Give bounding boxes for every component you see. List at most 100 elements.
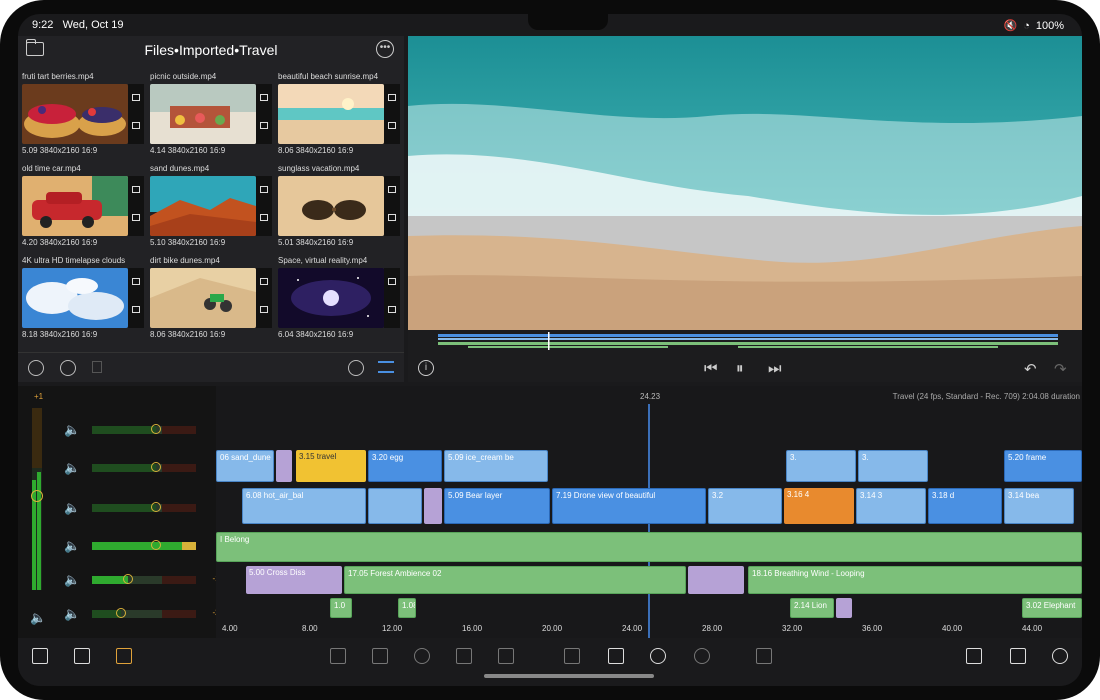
clip-thumbnail[interactable]: [150, 84, 256, 144]
timeline-clip[interactable]: 3.20 egg: [368, 450, 442, 482]
clip-item[interactable]: old time car.mp4 4.20 3840x2160 16:9: [22, 164, 147, 252]
redo-icon[interactable]: ↷: [1054, 360, 1067, 378]
share-icon[interactable]: [1010, 648, 1026, 664]
time-ruler[interactable]: 4.00 8.00 12.00 16.00 20.00 24.00 28.00 …: [216, 620, 1082, 638]
timeline-clip[interactable]: 06 sand_dune: [216, 450, 274, 482]
timeline-clip[interactable]: 3.14 3: [856, 488, 926, 524]
settings-icon[interactable]: [1052, 648, 1068, 664]
add-icon[interactable]: [694, 648, 710, 664]
speaker-icon[interactable]: 🔈: [64, 538, 80, 554]
pause-icon[interactable]: ⏸: [736, 360, 744, 377]
clip-item[interactable]: Space, virtual reality.mp4 6.04 3840x216…: [278, 256, 403, 344]
list-view-icon[interactable]: [378, 361, 394, 373]
transition-clip[interactable]: 5.00 Cross Diss: [246, 566, 342, 594]
more-icon[interactable]: •••: [376, 40, 394, 58]
video-preview[interactable]: [408, 36, 1082, 330]
clip-item[interactable]: picnic outside.mp4 4.14 3840x2160 16:9: [150, 72, 275, 160]
volume-fader[interactable]: [92, 424, 196, 434]
trash-icon[interactable]: [756, 648, 772, 664]
link-icon[interactable]: [414, 648, 430, 664]
timeline-clip[interactable]: 3.14 bea: [1004, 488, 1074, 524]
skip-back-icon[interactable]: ⏮: [704, 360, 718, 377]
clip-item[interactable]: sunglass vacation.mp4 5.01 3840x2160 16:…: [278, 164, 403, 252]
transition-clip[interactable]: [276, 450, 292, 482]
transition-clip[interactable]: [688, 566, 744, 594]
star-icon[interactable]: [498, 648, 514, 664]
skip-forward-icon[interactable]: ⏭: [768, 360, 782, 377]
transition-clip[interactable]: [836, 598, 852, 618]
speaker-icon[interactable]: 🔈: [64, 500, 80, 516]
trash-icon[interactable]: [92, 361, 102, 373]
speaker-icon[interactable]: 🔈: [64, 606, 80, 622]
undo-icon[interactable]: ↶: [1024, 360, 1037, 378]
volume-fader[interactable]: [92, 574, 196, 584]
timeline-clip[interactable]: 3.2: [708, 488, 782, 524]
timeline-clip[interactable]: [368, 488, 422, 524]
ruler-tick: 16.00: [462, 624, 483, 633]
pencil-icon[interactable]: [456, 648, 472, 664]
timeline-clip[interactable]: 7.19 Drone view of beautiful: [552, 488, 706, 524]
audio-clip[interactable]: 17.05 Forest Ambience 02: [344, 566, 686, 594]
timeline-clip[interactable]: 3.15 travel: [296, 450, 366, 482]
clip-badges: [384, 268, 400, 328]
audio-clip[interactable]: 3.02 Elephant: [1022, 598, 1082, 618]
audio-clip[interactable]: 1.08: [398, 598, 416, 618]
volume-fader[interactable]: [92, 502, 196, 512]
master-speaker-icon[interactable]: 🔈: [30, 610, 46, 626]
mini-timeline[interactable]: [408, 332, 1082, 352]
clip-badges: [256, 84, 272, 144]
clip-thumbnail[interactable]: [22, 84, 128, 144]
clip-badges: [128, 84, 144, 144]
speaker-icon[interactable]: 🔈: [64, 422, 80, 438]
timeline-clip[interactable]: 3.16 4: [784, 488, 854, 524]
audio-meter-icon[interactable]: [116, 648, 132, 664]
search-icon[interactable]: [348, 360, 364, 376]
audio-mixer: +1 🔈 🔈 0 🔈 0: [18, 386, 224, 638]
clip-thumbnail[interactable]: [22, 176, 128, 236]
audio-clip[interactable]: 2.14 Lion: [790, 598, 834, 618]
import-icon[interactable]: [32, 648, 48, 664]
clip-thumbnail[interactable]: [150, 268, 256, 328]
scissors-icon[interactable]: [650, 648, 666, 664]
clip-thumbnail[interactable]: [22, 268, 128, 328]
clip-thumbnail[interactable]: [150, 176, 256, 236]
audio-clip[interactable]: 1.0: [330, 598, 352, 618]
timeline-tracks[interactable]: 24.23 Travel (24 fps, Standard - Rec. 70…: [216, 386, 1082, 638]
ruler-tick: 24.00: [622, 624, 643, 633]
add-clip-icon[interactable]: [330, 648, 346, 664]
ruler-tick: 40.00: [942, 624, 963, 633]
volume-fader[interactable]: [92, 540, 196, 550]
timeline-clip[interactable]: 5.09 ice_cream be: [444, 450, 548, 482]
clip-item[interactable]: fruti tart berries.mp4 5.09 3840x2160 16…: [22, 72, 147, 160]
clipboard-icon[interactable]: [564, 648, 580, 664]
timeline-clip[interactable]: 6.08 hot_air_bal: [242, 488, 366, 524]
timeline-clip[interactable]: 3.: [786, 450, 856, 482]
speaker-icon[interactable]: 🔈: [64, 460, 80, 476]
clip-thumbnail[interactable]: [278, 176, 384, 236]
record-icon[interactable]: [60, 360, 76, 376]
speaker-icon[interactable]: 🔈: [64, 572, 80, 588]
volume-fader[interactable]: [92, 462, 196, 472]
clip-badges: [128, 268, 144, 328]
audio-clip[interactable]: 18.16 Breathing Wind - Looping: [748, 566, 1082, 594]
timeline-clip[interactable]: 3.: [858, 450, 928, 482]
transition-clip[interactable]: [424, 488, 442, 524]
list-icon[interactable]: [74, 648, 90, 664]
timeline-clip[interactable]: 5.09 Bear layer: [444, 488, 550, 524]
checkbox-icon[interactable]: [608, 648, 624, 664]
select-check-icon[interactable]: [28, 360, 44, 376]
layout-icon[interactable]: [966, 648, 982, 664]
clip-item[interactable]: dirt bike dunes.mp4 8.06 3840x2160 16:9: [150, 256, 275, 344]
volume-fader[interactable]: [92, 608, 196, 618]
split-icon[interactable]: [372, 648, 388, 664]
clip-item[interactable]: sand dunes.mp4 5.10 3840x2160 16:9: [150, 164, 275, 252]
clip-item[interactable]: 4K ultra HD timelapse clouds 8.18 3840x2…: [22, 256, 147, 344]
info-icon[interactable]: i: [418, 360, 434, 376]
clip-item[interactable]: beautiful beach sunrise.mp4 8.06 3840x21…: [278, 72, 403, 160]
timeline-clip[interactable]: 3.18 d: [928, 488, 1002, 524]
timeline-clip[interactable]: 5.20 frame: [1004, 450, 1082, 482]
clip-thumbnail[interactable]: [278, 84, 384, 144]
clip-thumbnail[interactable]: [278, 268, 384, 328]
audio-clip[interactable]: I Belong: [216, 532, 1082, 562]
master-meter: [31, 408, 43, 590]
